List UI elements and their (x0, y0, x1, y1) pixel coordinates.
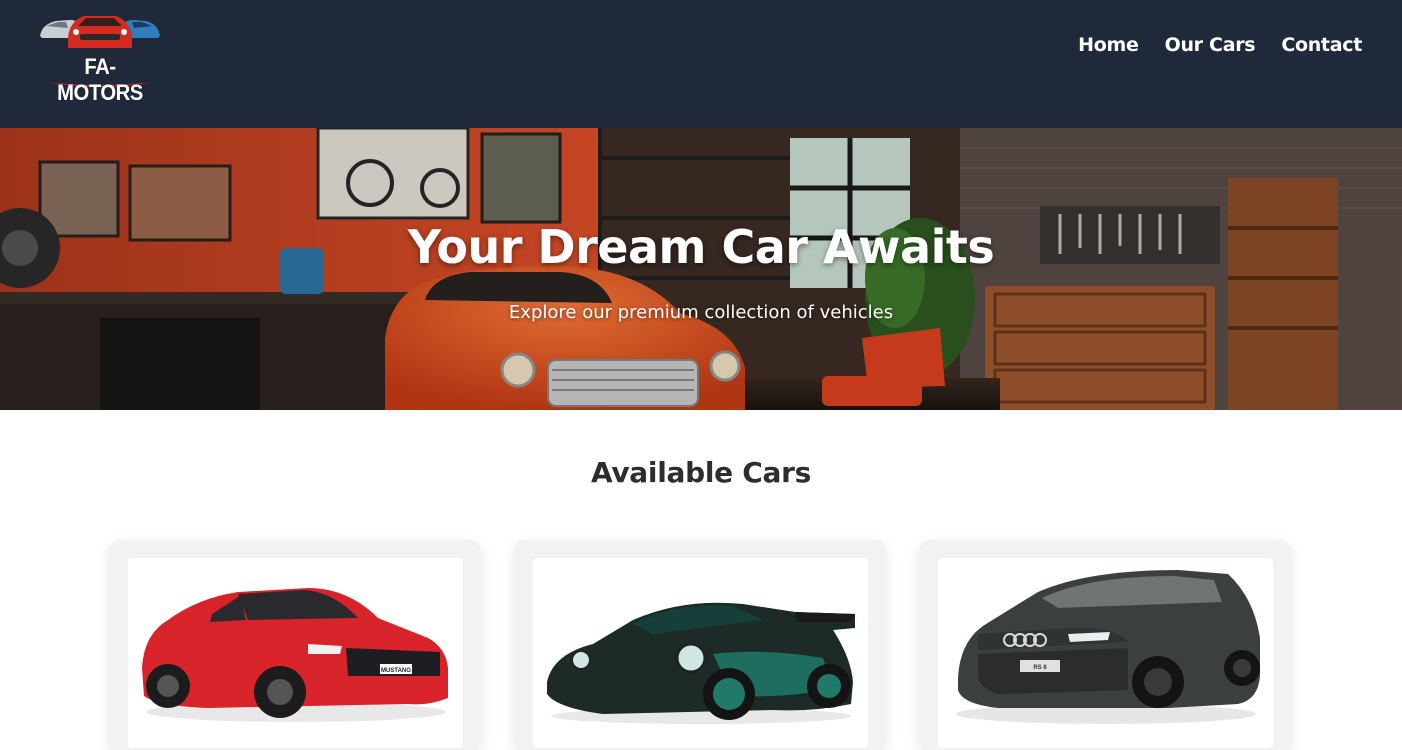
brand-logo[interactable]: FA-MOTORS (36, 8, 164, 105)
car-image[interactable]: MUSTANG (128, 558, 463, 748)
car-card[interactable]: RS 6 (919, 540, 1291, 750)
available-cars-heading: Available Cars (590, 456, 811, 489)
hero-title: Your Dream Car Awaits (407, 220, 995, 274)
main-nav: Home Our Cars Contact (1078, 34, 1362, 56)
hero-banner: Your Dream Car Awaits Explore our premiu… (0, 128, 1402, 410)
car-image[interactable] (533, 558, 868, 748)
svg-text:RS 6: RS 6 (1033, 665, 1047, 671)
brand-logo-text: FA-MOTORS (57, 54, 143, 105)
nav-link-our-cars[interactable]: Our Cars (1165, 34, 1256, 56)
hero-subtitle: Explore our premium collection of vehicl… (508, 302, 894, 323)
car-card[interactable] (514, 540, 886, 750)
grey-audi-wagon-image: RS 6 (956, 570, 1260, 724)
red-mustang-image: MUSTANG (142, 588, 448, 722)
svg-text:MUSTANG: MUSTANG (381, 668, 411, 674)
nav-link-contact[interactable]: Contact (1281, 34, 1362, 56)
car-card[interactable]: MUSTANG (109, 540, 481, 750)
car-image[interactable]: RS 6 (938, 558, 1273, 748)
site-header: FA-MOTORS Home Our Cars Contact (0, 0, 1402, 128)
nav-link-home[interactable]: Home (1078, 34, 1139, 56)
black-green-porsche-image (547, 602, 855, 724)
